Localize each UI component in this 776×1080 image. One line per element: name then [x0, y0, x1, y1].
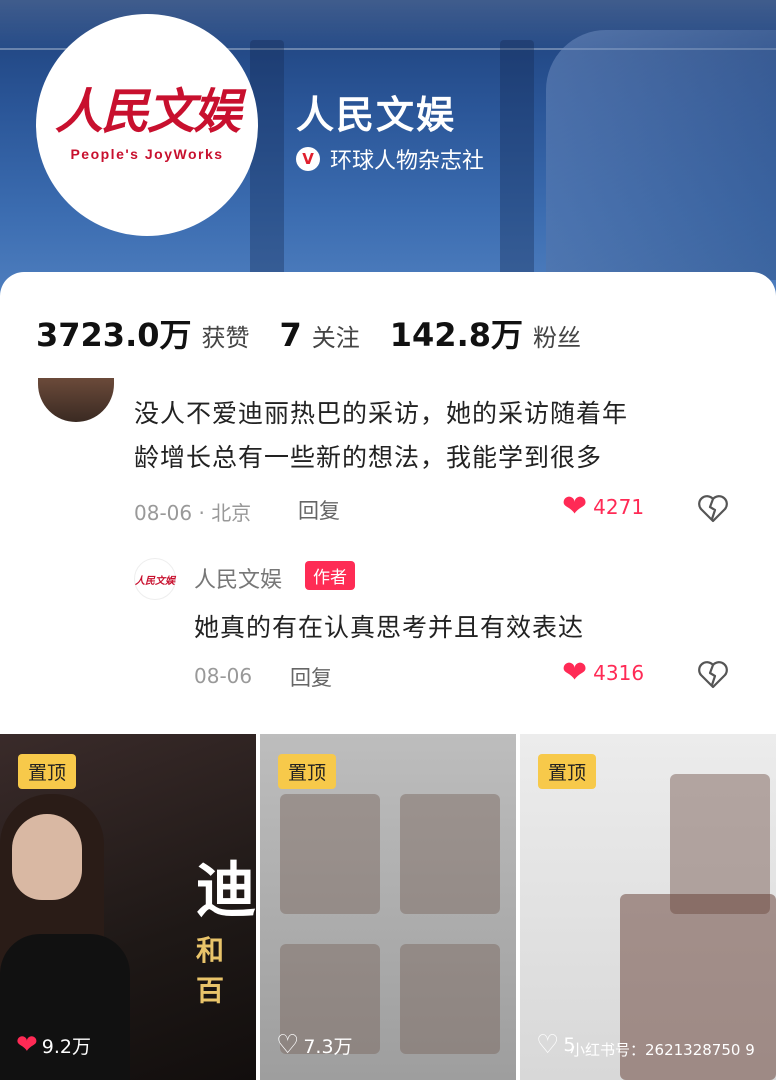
logo-en: People's JoyWorks — [70, 146, 224, 162]
dislike-icon[interactable] — [696, 657, 730, 691]
heart-icon: ❤ — [16, 1030, 38, 1060]
profile-banner: 人民文娱 People's JoyWorks 人民文娱 V 环球人物杂志社 — [0, 0, 776, 300]
blurred-area — [400, 794, 500, 914]
reply-author-avatar[interactable]: 人民文娱 — [134, 558, 176, 600]
verification-row: V 环球人物杂志社 — [296, 143, 484, 175]
watermark-text: 小红书号：2621328750 9 — [570, 1041, 755, 1059]
followers-label: 粉丝 — [533, 324, 581, 352]
account-name: 人民文娱 — [296, 93, 457, 137]
thumbnail-face — [12, 814, 82, 900]
thumbnail-subtitle: 和 百 — [196, 934, 225, 1007]
comment-like-count: 4271 — [593, 495, 645, 519]
banner-pillar — [500, 40, 534, 280]
profile-card: 3723.0万 获赞 7 关注 142.8万 粉丝 没人不爱迪丽热巴的采访，她的… — [0, 272, 776, 732]
video-tile[interactable]: 迪 和 百 置顶 ❤ 9.2万 — [0, 734, 256, 1080]
comment-line: 没人不爱迪丽热巴的采访，她的采访随着年 — [134, 399, 629, 428]
pinned-badge: 置顶 — [18, 754, 77, 789]
blurred-area — [670, 774, 770, 914]
video-likes: ♡ 7.3万 — [276, 1030, 353, 1060]
reply-reply-button[interactable]: 回复 — [290, 662, 332, 692]
reply-like-button[interactable]: ❤ 4316 — [562, 658, 644, 688]
stats-row: 3723.0万 获赞 7 关注 142.8万 粉丝 — [36, 310, 611, 356]
reply-like-count: 4316 — [593, 661, 645, 685]
video-tile[interactable]: 置顶 ♡ 7.3万 — [260, 734, 516, 1080]
profile-avatar[interactable]: 人民文娱 People's JoyWorks — [36, 14, 258, 236]
comment-meta: 08-06 · 北京 — [134, 501, 252, 525]
verified-icon: V — [296, 147, 320, 171]
reply-author-name[interactable]: 人民文娱 — [194, 562, 282, 594]
pinned-badge: 置顶 — [278, 754, 337, 789]
banner-glass — [546, 30, 776, 280]
reply-meta: 08-06 — [194, 664, 253, 688]
reply-text: 她真的有在认真思考并且有效表达 — [194, 613, 585, 642]
commenter-avatar[interactable] — [38, 378, 114, 422]
video-likes: ❤ 9.2万 — [16, 1030, 91, 1060]
reply-button[interactable]: 回复 — [298, 495, 340, 525]
likes-label: 获赞 — [201, 324, 250, 352]
thumbnail-title: 迪 — [196, 856, 256, 926]
video-grid: 迪 和 百 置顶 ❤ 9.2万 置顶 ♡ 7.3万 置顶 ♡ 5 小红书号：26… — [0, 734, 776, 1080]
video-like-count: 7.3万 — [303, 1035, 353, 1058]
comment-like-button[interactable]: ❤ 4271 — [562, 492, 644, 522]
reply-avatar-logo: 人民文娱 — [135, 575, 175, 587]
heart-icon: ❤ — [562, 489, 588, 524]
comment-text: 没人不爱迪丽热巴的采访，她的采访随着年 龄增长总有一些新的想法，我能学到很多 — [134, 392, 734, 480]
heart-outline-icon: ♡ — [536, 1030, 560, 1060]
followers-count[interactable]: 142.8万 — [390, 310, 523, 356]
blurred-area — [400, 944, 500, 1054]
pinned-badge: 置顶 — [538, 754, 597, 789]
verified-org: 环球人物杂志社 — [330, 149, 485, 174]
banner-pillar — [250, 40, 284, 280]
following-count[interactable]: 7 — [280, 316, 302, 354]
logo-cn: 人民文娱 — [54, 84, 241, 140]
following-label: 关注 — [311, 324, 360, 352]
author-tag: 作者 — [305, 561, 355, 590]
video-like-count: 9.2万 — [41, 1035, 92, 1058]
likes-count[interactable]: 3723.0万 — [36, 310, 192, 356]
blurred-area — [280, 794, 380, 914]
heart-icon: ❤ — [562, 655, 588, 690]
video-tile[interactable]: 置顶 ♡ 5 小红书号：2621328750 9 — [520, 734, 776, 1080]
dislike-icon[interactable] — [696, 491, 730, 525]
heart-outline-icon: ♡ — [276, 1030, 300, 1060]
comment-line: 龄增长总有一些新的想法，我能学到很多 — [134, 443, 603, 472]
